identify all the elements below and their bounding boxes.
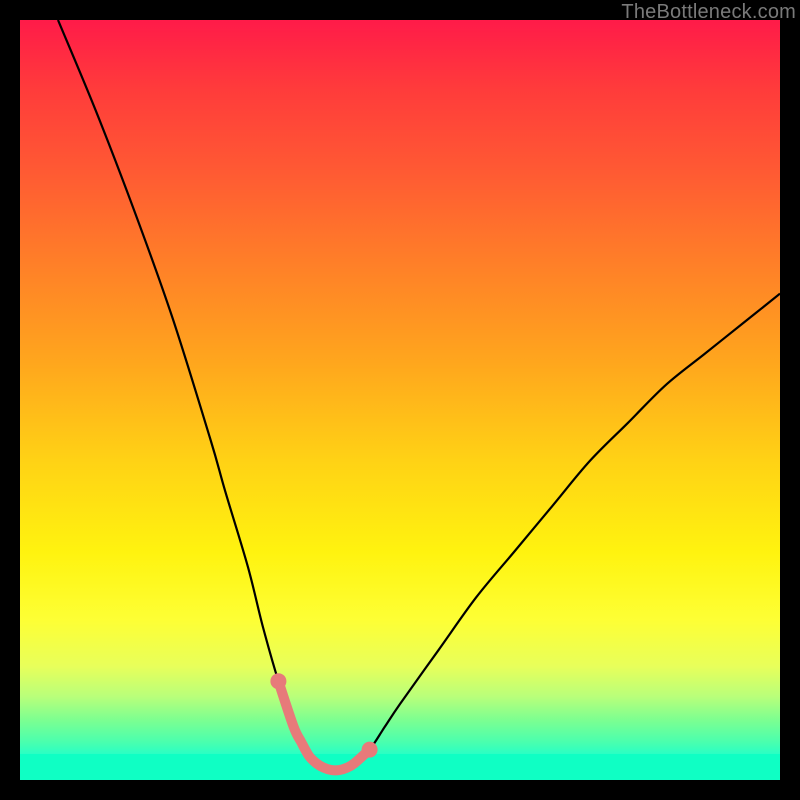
- curve-layer: [20, 20, 780, 780]
- bottleneck-curve: [58, 20, 780, 770]
- plot-area: [20, 20, 780, 780]
- valley-end-dot: [270, 673, 286, 689]
- valley-end-dot: [362, 742, 378, 758]
- watermark-text: TheBottleneck.com: [621, 1, 796, 24]
- chart-frame: TheBottleneck.com: [0, 0, 800, 800]
- valley-highlight-line: [278, 681, 369, 770]
